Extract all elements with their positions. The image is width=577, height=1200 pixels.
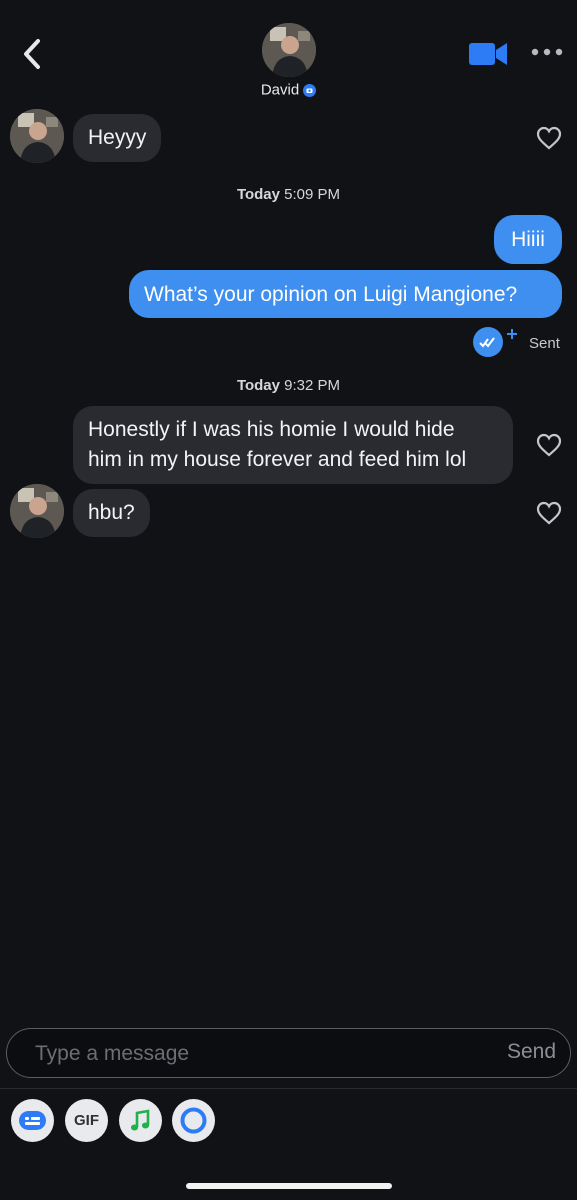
message-bubble-outgoing[interactable]: What’s your opinion on Luigi Mangione? [129,270,562,318]
chevron-left-icon[interactable] [18,36,48,72]
contact-name-label: David [260,81,300,99]
send-button[interactable]: Send [507,1040,556,1064]
message-text: Hiiii [511,228,545,251]
gif-label: GIF [74,1112,99,1129]
message-text: Heyyy [88,126,147,149]
avatar[interactable] [262,23,316,77]
message-bubble-incoming[interactable]: Honestly if I was his homie I would hide… [73,406,513,484]
gif-button[interactable]: GIF [65,1099,108,1142]
home-indicator [186,1183,392,1189]
heart-icon[interactable] [536,433,562,457]
message-text: What’s your opinion on Luigi Mangione? [144,283,518,306]
message-bubble-incoming[interactable]: hbu? [73,489,150,537]
music-note-icon [130,1109,150,1131]
sender-avatar[interactable] [10,484,64,538]
message-text: hbu? [88,501,135,524]
message-text-line: him in my house forever and feed him lol [88,448,467,471]
music-button[interactable] [119,1099,162,1142]
message-composer: Send [6,1028,571,1079]
sticker-icon [19,1111,46,1130]
timestamp-time: 5:09 PM [284,186,341,203]
sent-status: Sent [529,335,560,352]
timestamp-time: 9:32 PM [284,377,341,394]
circle-button[interactable] [172,1099,215,1142]
heart-icon[interactable] [536,126,562,150]
circle-icon [180,1107,207,1134]
timestamp: Today 9:32 PM [0,377,577,394]
read-receipt-icon [473,327,517,357]
video-camera-icon[interactable] [469,41,507,67]
timestamp: Today 5:09 PM [0,186,577,203]
verified-badge-icon [303,83,317,97]
sticker-button[interactable] [11,1099,54,1142]
message-text-line: Honestly if I was his homie I would hide [88,418,455,441]
contact-name[interactable]: David [0,81,577,99]
message-bubble-outgoing[interactable]: Hiiii [494,215,562,264]
more-dots-icon[interactable] [531,45,563,59]
message-bubble-incoming[interactable]: Heyyy [73,114,162,162]
timestamp-day: Today [236,377,280,394]
sender-avatar[interactable] [10,109,64,163]
divider [0,1088,577,1089]
message-input[interactable] [33,1029,457,1079]
heart-icon[interactable] [536,501,562,525]
timestamp-day: Today [236,186,280,203]
